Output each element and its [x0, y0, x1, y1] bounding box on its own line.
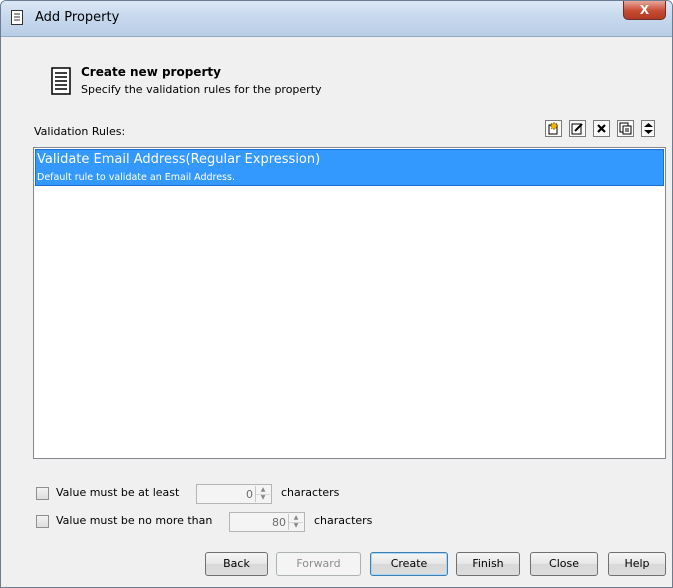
min-length-suffix: characters: [281, 486, 340, 499]
validation-rules-label: Validation Rules:: [34, 125, 126, 138]
title-bar[interactable]: Add Property X: [1, 1, 672, 37]
min-length-label: Value must be at least: [56, 486, 180, 499]
max-length-spinner[interactable]: 80 ▲ ▼: [229, 512, 305, 532]
rule-description: Default rule to validate an Email Addres…: [37, 172, 235, 183]
new-rule-button[interactable]: [545, 120, 562, 137]
min-length-value: 0: [246, 488, 253, 501]
copy-rule-button[interactable]: [617, 120, 634, 137]
edit-rule-icon: [571, 123, 583, 135]
window-title: Add Property: [35, 10, 120, 25]
delete-rule-button[interactable]: [593, 120, 610, 137]
finish-button[interactable]: Finish: [456, 552, 520, 576]
new-rule-icon: [548, 122, 559, 135]
edit-rule-button[interactable]: [569, 120, 586, 137]
close-button[interactable]: Close: [530, 552, 598, 576]
max-length-spin-buttons: ▲ ▼: [288, 514, 303, 530]
header-title: Create new property: [81, 65, 221, 79]
validation-rules-list[interactable]: Validate Email Address(Regular Expressio…: [33, 147, 666, 459]
move-rule-button[interactable]: [641, 120, 655, 137]
copy-icon: [619, 122, 632, 135]
min-length-spinner[interactable]: 0 ▲ ▼: [196, 484, 272, 504]
move-up-down-icon: [644, 123, 653, 134]
min-length-spin-buttons: ▲ ▼: [255, 486, 270, 502]
spin-down-button[interactable]: ▼: [289, 522, 303, 530]
max-length-value: 80: [272, 516, 286, 529]
document-lines-icon: [51, 67, 71, 95]
add-property-dialog: Add Property X Create new property Speci…: [0, 0, 673, 588]
max-length-checkbox[interactable]: [36, 515, 49, 528]
min-length-checkbox[interactable]: [36, 487, 49, 500]
header-subtitle: Specify the validation rules for the pro…: [81, 83, 322, 96]
spin-down-button[interactable]: ▼: [256, 494, 270, 502]
document-icon: [11, 10, 23, 25]
forward-button[interactable]: Forward: [276, 552, 361, 576]
rule-title: Validate Email Address(Regular Expressio…: [37, 152, 321, 167]
back-button[interactable]: Back: [205, 552, 268, 576]
help-button[interactable]: Help: [608, 552, 666, 576]
list-item-email-rule[interactable]: Validate Email Address(Regular Expressio…: [35, 149, 664, 186]
max-length-suffix: characters: [314, 514, 373, 527]
max-length-label: Value must be no more than: [56, 514, 213, 527]
create-button[interactable]: Create: [370, 552, 448, 576]
delete-icon: [597, 124, 606, 133]
window-close-button[interactable]: X: [623, 1, 666, 20]
